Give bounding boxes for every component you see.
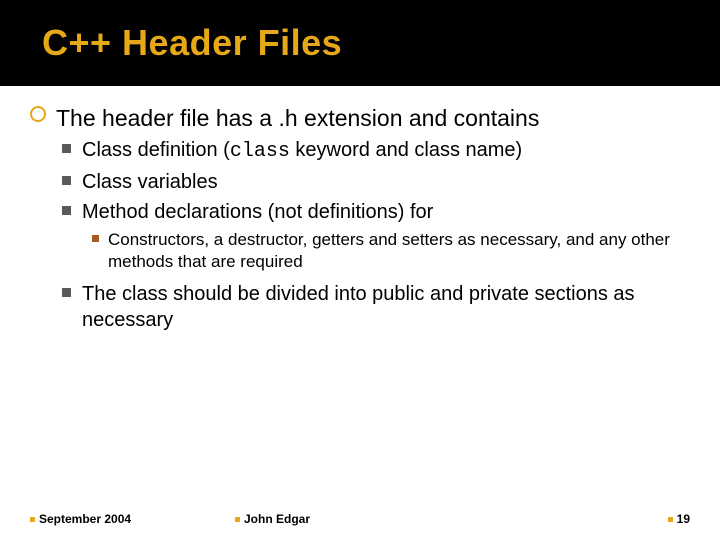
text-part: Class definition ( — [82, 139, 230, 161]
bullet-level2: The class should be divided into public … — [30, 281, 690, 333]
bullet-icon — [668, 517, 673, 522]
footer-date-text: September 2004 — [39, 512, 131, 526]
title-band: C++ Header Files — [0, 0, 720, 86]
bullet-level1: The header file has a .h extension and c… — [30, 104, 690, 133]
bullet-text: The class should be divided into public … — [82, 283, 635, 331]
footer-page: 19 — [668, 512, 690, 526]
bullet-text: Constructors, a destructor, getters and … — [108, 230, 670, 271]
square-icon — [62, 176, 71, 185]
bullet-text: The header file has a .h extension and c… — [56, 105, 539, 131]
square-icon — [62, 206, 71, 215]
bullet-text: Class definition (class keyword and clas… — [82, 139, 522, 161]
text-part: keyword and class name) — [290, 139, 522, 161]
bullet-text: Class variables — [82, 171, 218, 193]
square-icon — [62, 144, 71, 153]
footer-author-text: John Edgar — [244, 512, 310, 526]
footer-date: September 2004 — [30, 512, 235, 526]
bullet-level2: Class definition (class keyword and clas… — [30, 137, 690, 165]
bullet-level2: Method declarations (not definitions) fo… — [30, 199, 690, 225]
bullet-text: Method declarations (not definitions) fo… — [82, 201, 433, 223]
bullet-icon — [30, 517, 35, 522]
content-area: The header file has a .h extension and c… — [0, 86, 720, 333]
footer-author: John Edgar — [235, 512, 668, 526]
footer: September 2004 John Edgar 19 — [0, 512, 720, 526]
slide-title: C++ Header Files — [42, 22, 720, 64]
bullet-level2: Class variables — [30, 169, 690, 195]
code-text: class — [230, 140, 290, 163]
small-square-icon — [92, 235, 99, 242]
bullet-icon — [235, 517, 240, 522]
bullet-level3: Constructors, a destructor, getters and … — [30, 229, 690, 273]
circle-icon — [30, 106, 46, 122]
square-icon — [62, 288, 71, 297]
footer-page-number: 19 — [677, 512, 690, 526]
